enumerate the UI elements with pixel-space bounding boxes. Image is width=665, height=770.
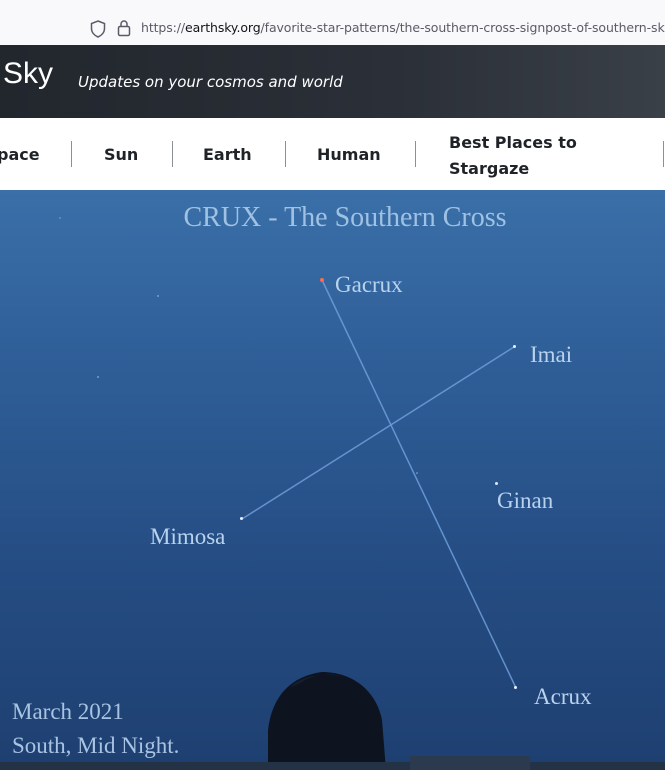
nav-divider: [285, 141, 286, 167]
url-path: /favorite-star-patterns/the-southern-cro…: [260, 20, 665, 35]
site-logo[interactable]: Sky: [3, 57, 53, 91]
url-prefix: https://: [141, 20, 186, 35]
shield-icon[interactable]: [90, 20, 106, 38]
nav-divider: [172, 141, 173, 167]
lock-icon[interactable]: [117, 19, 131, 37]
nav-item-label-line2: Stargaze: [449, 159, 530, 178]
nav-divider: [71, 141, 72, 167]
nav-item-label-line1: Best Places to: [449, 133, 577, 152]
caption-date: March 2021: [12, 699, 124, 724]
site-tagline: Updates on your cosmos and world: [78, 73, 343, 91]
person-silhouette: [0, 672, 665, 770]
browser-url-bar[interactable]: https://earthsky.org/favorite-star-patte…: [0, 0, 665, 45]
nav-item-sun[interactable]: Sun: [104, 145, 138, 164]
nav-item-space[interactable]: pace: [0, 145, 40, 164]
site-header: Sky Updates on your cosmos and world: [0, 45, 665, 118]
caption-location: South, Mid Night.: [12, 733, 180, 758]
main-nav: pace Sun Earth Human Best Places to Star…: [0, 118, 665, 190]
nav-divider: [415, 141, 416, 167]
nav-item-earth[interactable]: Earth: [203, 145, 252, 164]
nav-divider: [663, 141, 664, 167]
nav-item-best-places-to-stargaze[interactable]: Best Places to Stargaze: [449, 130, 609, 182]
url-domain: earthsky.org: [185, 20, 261, 35]
nav-item-human[interactable]: Human: [317, 145, 381, 164]
crux-photo: CRUX - The Southern Cross Gacrux Imai Gi…: [0, 190, 665, 770]
address-field[interactable]: https://earthsky.org/favorite-star-patte…: [141, 20, 665, 35]
